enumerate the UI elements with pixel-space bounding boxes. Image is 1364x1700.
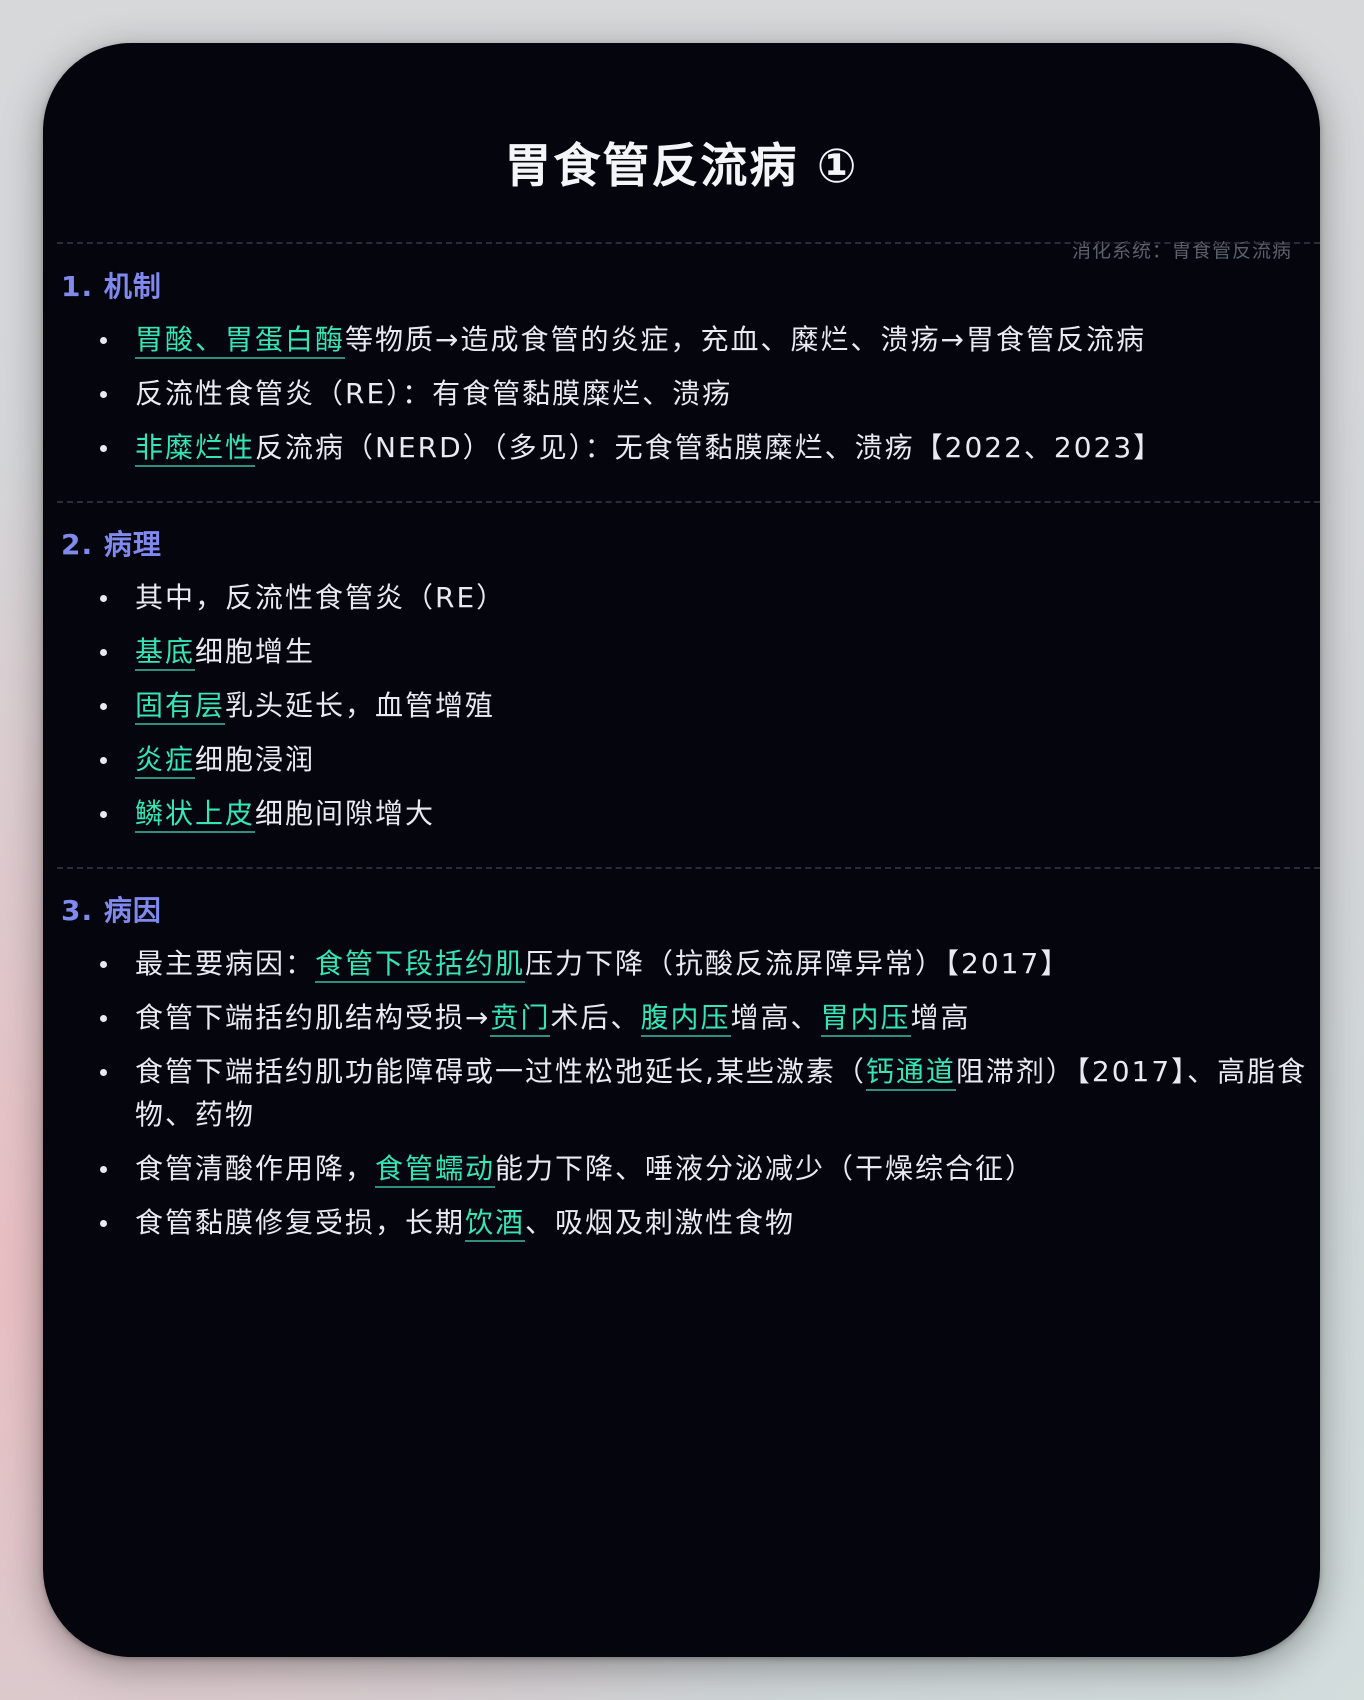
divider [57,867,1320,869]
highlight-term: 炎症 [135,743,196,779]
section-title: 3. 病因 [61,894,162,927]
divider [57,242,1320,244]
list-item-text: 等物质→造成食管的炎症，充血、糜烂、溃疡→胃食管反流病 [345,323,1146,356]
list-item-text: 最主要病因： [135,947,316,980]
highlight-term: 饮酒 [465,1206,526,1242]
highlight-term: 腹内压 [640,1001,731,1037]
list-item-text: 其中，反流性食管炎（RE） [135,581,507,614]
list-item: 炎症细胞浸润 [61,738,1320,781]
section-mechanism: 1. 机制 胃酸、胃蛋白酶等物质→造成食管的炎症，充血、糜烂、溃疡→胃食管反流病… [61,267,1320,469]
page-title: 胃食管反流病 ① [504,139,859,194]
list-item: 食管清酸作用降，食管蠕动能力下降、唾液分泌减少（干燥综合征） [61,1147,1320,1190]
note-card: 胃食管反流病 ① 消化系统：胃食管反流病 1. 机制 胃酸、胃蛋白酶等物质→造成… [43,43,1320,1657]
section-pathology: 2. 病理 其中，反流性食管炎（RE） 基底细胞增生 固有层乳头延长，血管增殖 … [61,525,1320,835]
list-item: 食管下端括约肌结构受损→贲门术后、腹内压增高、胃内压增高 [61,996,1320,1039]
list-item-text: 食管下端括约肌功能障碍或一过性松弛延长,某些激素（ [135,1055,866,1088]
list-item-text: 食管清酸作用降， [135,1152,376,1185]
list-item-text: 术后、 [550,1001,641,1034]
list-item: 胃酸、胃蛋白酶等物质→造成食管的炎症，充血、糜烂、溃疡→胃食管反流病 [61,318,1320,361]
highlight-term: 食管下段括约肌 [315,947,526,983]
list-item-text: 反流病（NERD）（多见）：无食管黏膜糜烂、溃疡【2022、2023】 [255,431,1164,464]
bullet-list: 其中，反流性食管炎（RE） 基底细胞增生 固有层乳头延长，血管增殖 炎症细胞浸润… [61,576,1320,835]
list-item-text: 乳头延长，血管增殖 [225,689,496,722]
list-item-text: 细胞增生 [195,635,316,668]
highlight-term: 食管蠕动 [375,1152,496,1188]
breadcrumb: 消化系统：胃食管反流病 [1071,240,1292,262]
list-item-text: 能力下降、唾液分泌减少（干燥综合征） [495,1152,1036,1185]
highlight-term: 钙通道 [865,1055,956,1091]
list-item-text: 细胞间隙增大 [255,797,436,830]
highlight-term: 胃酸、胃蛋白酶 [135,323,346,359]
list-item: 食管下端括约肌功能障碍或一过性松弛延长,某些激素（钙通道阻滞剂）【2017】、高… [61,1050,1320,1136]
list-item: 固有层乳头延长，血管增殖 [61,684,1320,727]
list-item: 鳞状上皮细胞间隙增大 [61,792,1320,835]
highlight-term: 胃内压 [820,1001,911,1037]
highlight-term: 鳞状上皮 [135,797,256,833]
list-item-text: 反流性食管炎（RE）：有食管黏膜糜烂、溃疡 [135,377,733,410]
divider [57,501,1320,503]
list-item: 其中，反流性食管炎（RE） [61,576,1320,619]
list-item-text: 食管黏膜修复受损，长期 [135,1206,466,1239]
section-title: 2. 病理 [61,528,162,561]
list-item: 食管黏膜修复受损，长期饮酒、吸烟及刺激性食物 [61,1201,1320,1244]
list-item-text: 增高 [910,1001,971,1034]
list-item: 基底细胞增生 [61,630,1320,673]
list-item-text: 增高、 [730,1001,821,1034]
list-item: 反流性食管炎（RE）：有食管黏膜糜烂、溃疡 [61,372,1320,415]
highlight-term: 贲门 [490,1001,551,1037]
bullet-list: 最主要病因：食管下段括约肌压力下降（抗酸反流屏障异常）【2017】 食管下端括约… [61,942,1320,1244]
bullet-list: 胃酸、胃蛋白酶等物质→造成食管的炎症，充血、糜烂、溃疡→胃食管反流病 反流性食管… [61,318,1320,469]
list-item: 最主要病因：食管下段括约肌压力下降（抗酸反流屏障异常）【2017】 [61,942,1320,985]
highlight-term: 基底 [135,635,196,671]
list-item-text: 细胞浸润 [195,743,316,776]
section-etiology: 3. 病因 最主要病因：食管下段括约肌压力下降（抗酸反流屏障异常）【2017】 … [61,891,1320,1244]
list-item: 非糜烂性反流病（NERD）（多见）：无食管黏膜糜烂、溃疡【2022、2023】 [61,426,1320,469]
section-title: 1. 机制 [61,270,162,303]
list-item-text: 、吸烟及刺激性食物 [525,1206,796,1239]
list-item-text: 压力下降（抗酸反流屏障异常）【2017】 [525,947,1071,980]
highlight-term: 固有层 [135,689,226,725]
list-item-text: 食管下端括约肌结构受损→ [135,1001,491,1034]
highlight-term: 非糜烂性 [135,431,256,467]
